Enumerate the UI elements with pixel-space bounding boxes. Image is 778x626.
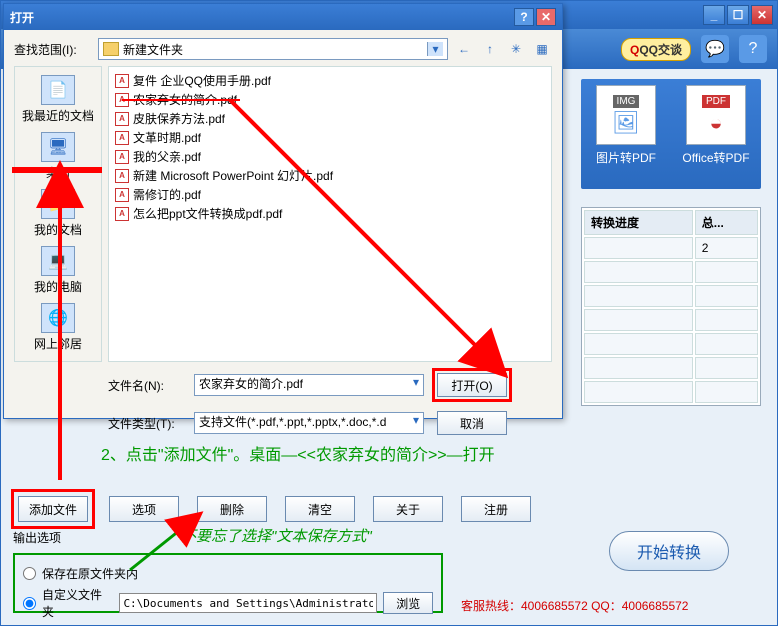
file-item[interactable]: A怎么把ppt文件转换成pdf.pdf: [113, 204, 547, 223]
dialog-titlebar: 打开 ? ✕: [4, 4, 562, 30]
radio-same-folder-label: 保存在原文件夹内: [42, 565, 138, 582]
maximize-button[interactable]: ☐: [727, 5, 749, 25]
delete-button[interactable]: 删除: [197, 496, 267, 522]
back-icon[interactable]: ←: [454, 39, 474, 59]
look-in-value: 新建文件夹: [123, 41, 183, 58]
options-button[interactable]: 选项: [109, 496, 179, 522]
dialog-close-button[interactable]: ✕: [536, 8, 556, 26]
path-input[interactable]: [119, 593, 377, 613]
filename-label: 文件名(N):: [108, 377, 186, 394]
pdf-file-icon: A: [115, 74, 129, 88]
pdf-file-icon: A: [115, 131, 129, 145]
desktop-icon: 🖥: [41, 132, 75, 162]
open-dialog: 打开 ? ✕ 查找范围(I): 新建文件夹 ▾ ← ↑ ✳ ▦ 📄我最近的文档 …: [3, 3, 563, 419]
annotation-underline: [122, 99, 240, 101]
progress-cell: [584, 237, 693, 259]
output-options-box: 保存在原文件夹内 自定义文件夹 浏览: [13, 553, 443, 613]
up-icon[interactable]: ↑: [480, 39, 500, 59]
place-network[interactable]: 🌐网上邻居: [18, 303, 98, 352]
pdf-file-icon: A: [115, 207, 129, 221]
new-folder-icon[interactable]: ✳: [506, 39, 526, 59]
hotline-text: 客服热线：4006685572 QQ：4006685572: [461, 597, 688, 614]
place-computer[interactable]: 💻我的电脑: [18, 246, 98, 295]
place-desktop[interactable]: 🖥桌面: [18, 132, 98, 181]
highlight-add: 添加文件: [11, 489, 95, 529]
progress-table: 转换进度总... 2: [581, 207, 761, 406]
radio-same-folder[interactable]: [23, 567, 36, 580]
file-item[interactable]: A文革时期.pdf: [113, 128, 547, 147]
dialog-title: 打开: [10, 9, 512, 26]
view-icon[interactable]: ▦: [532, 39, 552, 59]
green-note: 不要忘了选择"文本保存方式": [181, 525, 372, 546]
network-icon: 🌐: [41, 303, 75, 333]
recent-icon: 📄: [41, 75, 75, 105]
clear-button[interactable]: 清空: [285, 496, 355, 522]
col-progress: 转换进度: [584, 210, 693, 235]
highlight-open: 打开(O): [432, 368, 512, 402]
pdf-icon: ◒: [709, 110, 722, 136]
filetype-select[interactable]: 支持文件(*.pdf,*.ppt,*.pptx,*.doc,*.d▾: [194, 412, 424, 434]
folder-icon: [103, 42, 119, 56]
places-bar: 📄我最近的文档 🖥桌面 📁我的文档 💻我的电脑 🌐网上邻居: [14, 66, 102, 362]
add-file-button[interactable]: 添加文件: [18, 496, 88, 522]
start-convert-button[interactable]: 开始转换: [609, 531, 729, 571]
close-button[interactable]: ✕: [751, 5, 773, 25]
chat-icon[interactable]: 💬: [701, 35, 729, 63]
cancel-button[interactable]: 取消: [437, 411, 507, 435]
filetype-label: 文件类型(T):: [108, 415, 186, 432]
file-item[interactable]: A我的父亲.pdf: [113, 147, 547, 166]
radio-custom-folder[interactable]: [23, 597, 36, 610]
pdf-file-icon: A: [115, 188, 129, 202]
dialog-help-button[interactable]: ?: [514, 8, 534, 26]
button-row: 添加文件 选项 删除 清空 关于 注册: [11, 489, 531, 529]
conversion-area: IMG🖼 图片转PDF PDF◒ Office转PDF: [581, 79, 761, 189]
open-button[interactable]: 打开(O): [437, 373, 507, 397]
chevron-down-icon: ▾: [427, 42, 443, 56]
look-in-select[interactable]: 新建文件夹 ▾: [98, 38, 448, 60]
about-button[interactable]: 关于: [373, 496, 443, 522]
register-button[interactable]: 注册: [461, 496, 531, 522]
place-recent[interactable]: 📄我最近的文档: [18, 75, 98, 124]
file-item[interactable]: A需修订的.pdf: [113, 185, 547, 204]
look-in-label: 查找范围(I):: [14, 41, 92, 58]
annotation-bar: [12, 167, 102, 173]
output-section-label: 输出选项: [13, 529, 61, 546]
file-list[interactable]: A复件 企业QQ使用手册.pdf A农家弃女的简介.pdf A皮肤保养方法.pd…: [108, 66, 552, 362]
qq-badge[interactable]: QQQ交谈: [621, 38, 691, 61]
radio-custom-folder-label: 自定义文件夹: [42, 586, 113, 620]
chevron-down-icon: ▾: [413, 413, 419, 427]
image-icon: 🖼: [612, 110, 640, 136]
documents-icon: 📁: [41, 189, 75, 219]
file-item[interactable]: A复件 企业QQ使用手册.pdf: [113, 71, 547, 90]
chevron-down-icon: ▾: [413, 375, 419, 389]
img-to-pdf[interactable]: IMG🖼 图片转PDF: [591, 85, 661, 183]
office-to-pdf[interactable]: PDF◒ Office转PDF: [681, 85, 751, 183]
filename-input[interactable]: 农家弃女的简介.pdf▾: [194, 374, 424, 396]
file-item[interactable]: A新建 Microsoft PowerPoint 幻灯片.pdf: [113, 166, 547, 185]
help-icon[interactable]: ?: [739, 35, 767, 63]
pdf-file-icon: A: [115, 150, 129, 164]
pdf-file-icon: A: [115, 169, 129, 183]
minimize-button[interactable]: _: [703, 5, 725, 25]
total-cell: 2: [695, 237, 758, 259]
file-item[interactable]: A皮肤保养方法.pdf: [113, 109, 547, 128]
pdf-file-icon: A: [115, 112, 129, 126]
col-total: 总...: [695, 210, 758, 235]
browse-button[interactable]: 浏览: [383, 592, 433, 614]
computer-icon: 💻: [41, 246, 75, 276]
place-documents[interactable]: 📁我的文档: [18, 189, 98, 238]
